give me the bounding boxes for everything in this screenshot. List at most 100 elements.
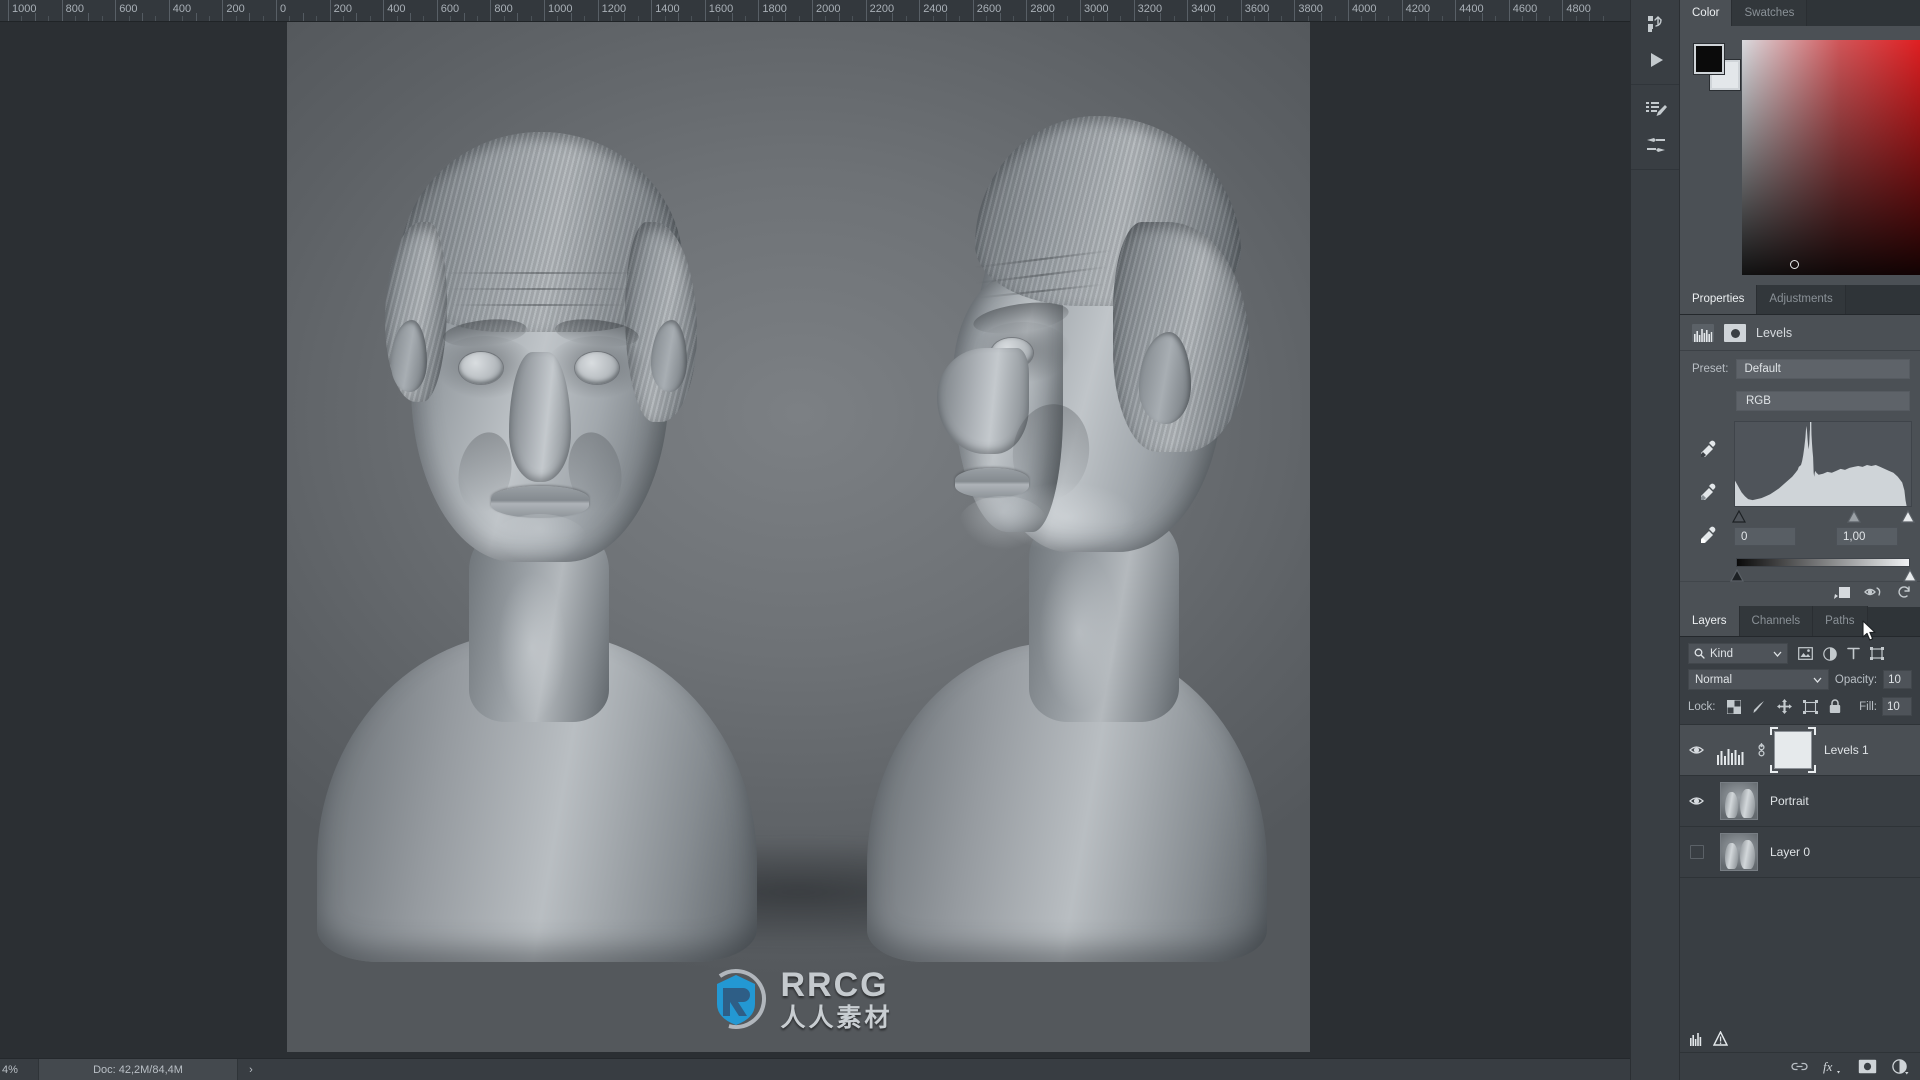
tab-adjustments[interactable]: Adjustments (1757, 284, 1846, 314)
ruler-label: 0 (280, 3, 287, 15)
ruler-label: 1000 (12, 3, 37, 15)
color-ramp[interactable] (1742, 40, 1920, 275)
preset-select[interactable]: Default (1736, 359, 1910, 379)
clipping-warning-group (1690, 1031, 1728, 1046)
tab-channels[interactable]: Channels (1739, 606, 1814, 636)
opacity-label: Opacity: (1834, 673, 1878, 686)
table-row[interactable]: Layer 0 (1680, 827, 1920, 878)
lock-transparent-pixels-icon[interactable] (1726, 699, 1741, 714)
add-layer-mask-icon[interactable] (1858, 1059, 1877, 1074)
link-layers-icon[interactable] (1791, 1061, 1808, 1072)
layer-mask-link-icon[interactable] (1754, 742, 1768, 758)
status-bar: 4% Doc: 42,2M/84,4M › (0, 1058, 1630, 1080)
color-swatch-stack (1694, 44, 1742, 92)
ruler-subtick (892, 13, 894, 21)
set-black-point-eyedropper[interactable] (1697, 439, 1719, 464)
ruler-label: 400 (172, 3, 192, 15)
foreground-color-swatch[interactable] (1694, 44, 1724, 74)
lock-image-pixels-icon[interactable] (1752, 700, 1766, 714)
clipping-warning-icon (1713, 1031, 1728, 1046)
table-row[interactable]: Levels 1 (1680, 725, 1920, 776)
ruler-subtick (785, 13, 787, 21)
opacity-value[interactable]: 10 (1883, 670, 1912, 689)
rail-group-brushes (1631, 85, 1679, 170)
zoom-level[interactable]: 4% (0, 1064, 38, 1076)
preset-row: Preset: Default (1680, 351, 1920, 387)
tab-swatches[interactable]: Swatches (1732, 0, 1808, 26)
lock-all-icon[interactable] (1829, 699, 1841, 714)
tab-paths[interactable]: Paths (1813, 606, 1868, 636)
layer-visibility-toggle[interactable] (1680, 795, 1714, 807)
ruler-subtick (410, 13, 411, 21)
fill-value[interactable]: 10 (1882, 697, 1912, 716)
filter-shape-layers-icon[interactable] (1870, 647, 1884, 660)
forehead-wrinkle (447, 288, 635, 290)
lock-position-icon[interactable] (1776, 699, 1792, 714)
brush-settings-icon[interactable] (1631, 127, 1681, 163)
layer-mask-thumbnail[interactable] (1774, 731, 1812, 769)
status-expand-arrow[interactable]: › (238, 1064, 264, 1076)
lock-artboard-nesting-icon[interactable] (1802, 699, 1818, 714)
layer-thumbnail[interactable] (1720, 833, 1758, 871)
layer-thumbnail[interactable] (1720, 782, 1758, 820)
tab-properties[interactable]: Properties (1680, 284, 1758, 314)
layer-name[interactable]: Portrait (1758, 794, 1809, 808)
filter-pixel-layers-icon[interactable] (1798, 647, 1813, 660)
tab-layers[interactable]: Layers (1680, 606, 1740, 636)
canvas-area[interactable]: RRCG 人人素材 (0, 22, 1630, 1058)
levels-input-fields: 0 1,00 (1734, 527, 1912, 546)
ruler-label: 1600 (708, 3, 734, 15)
table-row[interactable]: Portrait (1680, 776, 1920, 827)
layer-visibility-toggle[interactable] (1680, 845, 1714, 859)
ruler-subtick (1428, 13, 1430, 21)
ruler-label: 1000 (548, 3, 573, 15)
properties-title: Levels (1756, 326, 1793, 340)
ruler-subtick (1106, 13, 1108, 21)
clip-to-layer-icon[interactable] (1831, 585, 1851, 605)
input-gamma-slider[interactable] (1846, 509, 1862, 523)
input-gamma-value[interactable]: 1,00 (1836, 527, 1898, 546)
brush-presets-icon[interactable] (1631, 91, 1681, 127)
set-white-point-eyedropper[interactable] (1697, 525, 1719, 550)
ruler-subtick (678, 13, 679, 21)
ruler-subtick (999, 13, 1001, 21)
toggle-visibility-icon[interactable] (1864, 585, 1883, 604)
set-gray-point-eyedropper[interactable] (1697, 482, 1719, 507)
input-white-slider[interactable] (1900, 509, 1916, 523)
layer-name[interactable]: Levels 1 (1812, 743, 1869, 757)
bust-eye-left (459, 352, 503, 384)
ruler-label: 3800 (1298, 3, 1323, 15)
reset-adjustment-icon[interactable] (1896, 585, 1912, 604)
history-actions-icon[interactable] (1631, 6, 1681, 42)
bust-front-view (307, 102, 777, 982)
ruler-label: 1400 (655, 3, 680, 15)
eye-icon (1688, 746, 1704, 754)
tab-color[interactable]: Color (1680, 0, 1733, 26)
filter-adjustment-layers-icon[interactable] (1823, 646, 1837, 661)
output-white-slider[interactable] (1902, 568, 1918, 582)
document-size[interactable]: Doc: 42,2M/84,4M (38, 1058, 238, 1080)
new-adjustment-layer-icon[interactable] (1892, 1058, 1910, 1075)
layers-panel: Layers Channels Paths Kind Normal Opacit… (1680, 606, 1920, 1080)
input-black-value[interactable]: 0 (1734, 527, 1796, 546)
document-window[interactable]: RRCG 人人素材 (287, 22, 1310, 1052)
layer-visibility-toggle[interactable] (1680, 744, 1714, 756)
filter-type-layers-icon[interactable] (1847, 647, 1860, 660)
input-black-slider[interactable] (1731, 509, 1747, 523)
ruler-label: 4200 (1405, 3, 1431, 15)
bust-hair-side-right (625, 222, 697, 422)
layer-name[interactable]: Layer 0 (1758, 845, 1810, 859)
output-black-slider[interactable] (1729, 568, 1745, 582)
forehead-wrinkle (443, 272, 639, 274)
svg-text:fx: fx (1823, 1059, 1833, 1074)
layer-style-fx-icon[interactable]: fx (1823, 1059, 1843, 1075)
blend-mode-select[interactable]: Normal (1688, 669, 1829, 690)
filter-kind-select[interactable]: Kind (1688, 643, 1788, 664)
ruler-label: 200 (333, 3, 352, 15)
channel-select[interactable]: RGB (1736, 391, 1910, 411)
ruler-label: 4800 (1566, 3, 1591, 15)
play-icon[interactable] (1631, 42, 1681, 78)
horizontal-ruler[interactable]: 1000 800 600 400 200 0 200 400 600 800 1000 1200 140… (0, 0, 1630, 22)
photoshop-window: 1000 800 600 400 200 0 200 400 600 800 1000 1200 140… (0, 0, 1920, 1080)
levels-adjustment-thumbnail[interactable] (1714, 735, 1748, 765)
